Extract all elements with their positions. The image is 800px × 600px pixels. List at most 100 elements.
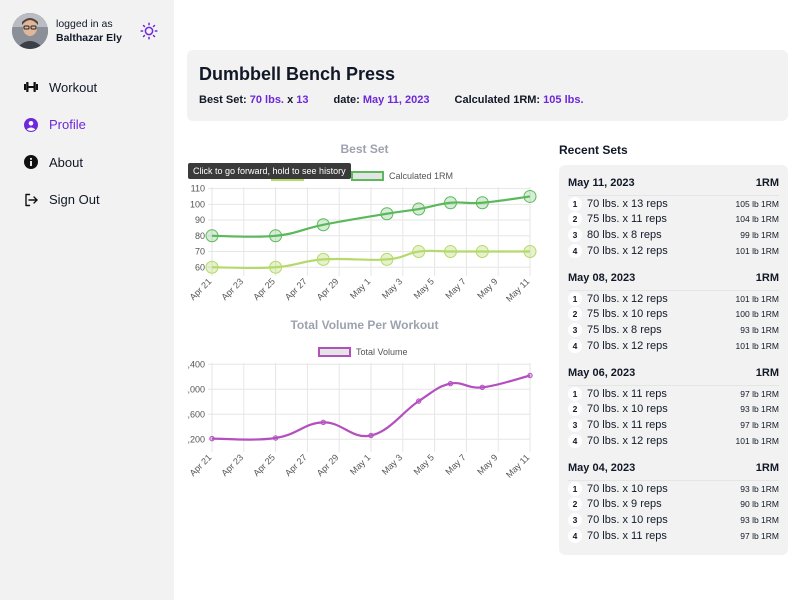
- theme-toggle-button[interactable]: [140, 22, 158, 40]
- dumbbell-icon: [22, 78, 40, 96]
- x-tick-label: May 3: [380, 276, 404, 300]
- calculated-1rm-label: Calculated 1RM:: [454, 94, 541, 106]
- data-point: [412, 202, 426, 216]
- set-description: 70 lbs. x 9 reps: [587, 498, 662, 511]
- set-row[interactable]: 2 70 lbs. x 10 reps 93 lb 1RM: [559, 402, 788, 418]
- set-number-badge: 2: [568, 307, 582, 322]
- nav-item-about[interactable]: About: [22, 151, 100, 173]
- volume-chart: Apr 21 Apr 23 Apr 25 Apr 27 Apr 29 May 1 May 3…: [187, 359, 533, 480]
- nav-item-sign-out[interactable]: Sign Out: [22, 189, 100, 211]
- nav-item-label: Workout: [49, 79, 98, 95]
- x-tick-label: May 7: [443, 452, 467, 476]
- data-point: [380, 207, 394, 221]
- set-row[interactable]: 1 70 lbs. x 11 reps 97 lb 1RM: [559, 386, 788, 402]
- set-1rm-value: 101 lb 1RM: [735, 293, 779, 304]
- set-1rm-value: 101 lb 1RM: [735, 245, 779, 256]
- sidebar: logged in as Balthazar Ely Workout Profi…: [0, 0, 174, 600]
- sign-out-icon: [22, 191, 40, 209]
- best-set-label: Best Set:: [199, 94, 247, 106]
- set-description: 70 lbs. x 12 reps: [587, 244, 668, 257]
- y-tick-label: 110: [191, 184, 205, 194]
- best-set-chart-title: Best Set: [340, 142, 389, 156]
- recent-day-date: May 11, 2023: [568, 177, 635, 189]
- recent-day-1rm-header: 1RM: [755, 272, 779, 284]
- set-1rm-value: 101 lb 1RM: [735, 435, 779, 446]
- recent-day-group: May 06, 2023 1RM 1 70 lbs. x 11 reps 97 lb 1…: [559, 366, 788, 448]
- set-1rm-value: 101 lb 1RM: [735, 340, 779, 351]
- data-point: [272, 435, 279, 441]
- set-1rm-value: 93 lb 1RM: [740, 514, 779, 525]
- x-tick-label: Apr 29: [315, 276, 341, 302]
- set-description: 70 lbs. x 12 reps: [587, 339, 668, 352]
- recent-day-1rm-header: 1RM: [755, 177, 779, 189]
- set-row[interactable]: 3 70 lbs. x 10 reps 93 lb 1RM: [559, 512, 788, 528]
- legend-label: Total Volume: [356, 347, 408, 357]
- set-1rm-value: 97 lb 1RM: [740, 530, 779, 541]
- set-1rm-value: 90 lb 1RM: [740, 499, 779, 510]
- x-tick-label: Apr 25: [251, 276, 277, 302]
- set-row[interactable]: 2 75 lbs. x 10 reps 100 lb 1RM: [559, 307, 788, 323]
- sun-icon: [140, 22, 158, 40]
- nav-item-profile[interactable]: Profile: [22, 114, 100, 136]
- exercise-stats: Best Set: 70 lbs. x 13 date: May 11, 202…: [199, 94, 609, 106]
- y-tick-label: 3,400: [187, 359, 205, 369]
- set-row[interactable]: 4 70 lbs. x 11 reps 97 lb 1RM: [559, 528, 788, 544]
- set-description: 75 lbs. x 11 reps: [587, 213, 667, 226]
- volume-chart-title: Total Volume Per Workout: [290, 318, 439, 332]
- recent-day-group: May 08, 2023 1RM 1 70 lbs. x 12 reps 101 lb …: [559, 271, 788, 353]
- data-point: [475, 245, 489, 259]
- set-number-badge: 3: [568, 512, 582, 527]
- set-row[interactable]: 2 75 lbs. x 11 reps 104 lb 1RM: [559, 212, 788, 228]
- set-row[interactable]: 2 70 lbs. x 9 reps 90 lb 1RM: [559, 497, 788, 513]
- recent-day-group: May 11, 2023 1RM 1 70 lbs. x 13 reps 105 lb …: [559, 176, 788, 258]
- set-description: 70 lbs. x 10 reps: [587, 482, 668, 495]
- data-point: [416, 398, 422, 404]
- x-tick-label: May 5: [412, 452, 436, 476]
- set-row[interactable]: 1 70 lbs. x 12 reps 101 lb 1RM: [559, 291, 788, 307]
- nav-item-label: Sign Out: [49, 192, 100, 207]
- set-1rm-value: 100 lb 1RM: [735, 309, 779, 320]
- nav-item-label: About: [49, 154, 83, 170]
- set-number-badge: 3: [568, 417, 582, 432]
- set-row[interactable]: 1 70 lbs. x 13 reps 105 lb 1RM: [559, 196, 788, 212]
- set-number-badge: 1: [568, 386, 582, 401]
- date-label: date:: [333, 94, 360, 106]
- set-row[interactable]: 1 70 lbs. x 10 reps 93 lb 1RM: [559, 481, 788, 497]
- legend-total-volume[interactable]: Total Volume: [318, 347, 408, 357]
- set-description: 70 lbs. x 11 reps: [587, 529, 667, 542]
- avatar[interactable]: [12, 13, 48, 49]
- set-row[interactable]: 3 80 lbs. x 8 reps 99 lb 1RM: [559, 227, 788, 243]
- data-point: [412, 245, 426, 259]
- recent-day-1rm-header: 1RM: [755, 462, 779, 474]
- set-number-badge: 2: [568, 212, 582, 227]
- data-point: [380, 252, 394, 266]
- set-description: 70 lbs. x 12 reps: [587, 434, 668, 447]
- data-point: [316, 218, 330, 232]
- y-tick-label: 80: [195, 231, 205, 241]
- set-row[interactable]: 4 70 lbs. x 12 reps 101 lb 1RM: [559, 338, 788, 354]
- set-1rm-value: 97 lb 1RM: [740, 388, 779, 399]
- recent-day-group: May 04, 2023 1RM 1 70 lbs. x 10 reps 93 lb 1…: [559, 461, 788, 543]
- set-number-badge: 3: [568, 227, 582, 242]
- set-number-badge: 4: [568, 338, 582, 353]
- set-row[interactable]: 4 70 lbs. x 12 reps 101 lb 1RM: [559, 243, 788, 259]
- y-tick-label: 60: [195, 262, 205, 272]
- set-row[interactable]: 3 70 lbs. x 11 reps 97 lb 1RM: [559, 417, 788, 433]
- set-description: 70 lbs. x 10 reps: [587, 403, 668, 416]
- best-set-chart: Apr 21 Apr 23 Apr 25 Apr 27 Apr 29 May 1 May 3…: [188, 184, 537, 304]
- x-tick-label: May 1: [348, 452, 372, 476]
- x-tick-label: Apr 29: [315, 452, 341, 478]
- data-point: [479, 384, 485, 391]
- nav-item-workout[interactable]: Workout: [22, 76, 100, 98]
- set-row[interactable]: 3 75 lbs. x 8 reps 93 lb 1RM: [559, 322, 788, 338]
- legend-calculated-1rm[interactable]: Calculated 1RM: [351, 171, 453, 181]
- best-set-x: x: [287, 94, 294, 106]
- exercise-title: Dumbbell Bench Press: [199, 64, 396, 84]
- x-tick-label: Apr 23: [219, 276, 245, 302]
- recent-day-header: May 11, 2023 1RM: [559, 176, 788, 190]
- data-point: [368, 432, 374, 439]
- recent-day-date: May 06, 2023: [568, 367, 636, 379]
- y-tick-label: 90: [195, 215, 205, 225]
- set-row[interactable]: 4 70 lbs. x 12 reps 101 lb 1RM: [559, 433, 788, 449]
- recent-day-date: May 08, 2023: [568, 272, 636, 284]
